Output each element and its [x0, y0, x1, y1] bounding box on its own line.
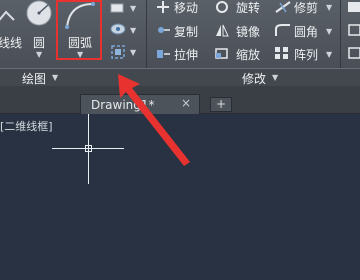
- annotation-arrow-icon: [118, 74, 190, 166]
- hatch-icon[interactable]: [110, 22, 126, 36]
- crosshair-pickbox: [85, 145, 92, 152]
- viewport-style-label[interactable]: [二维线框]: [0, 118, 53, 134]
- arc-highlight-box: [56, 0, 102, 60]
- rectangle-dropdown-icon[interactable]: ▼: [130, 4, 136, 13]
- circle-dropdown-icon[interactable]: ▼: [36, 50, 42, 59]
- mirror-icon[interactable]: [214, 23, 230, 37]
- region-dropdown-icon[interactable]: ▼: [130, 48, 136, 57]
- move-button-label[interactable]: 移动: [174, 0, 198, 16]
- rectangle-icon[interactable]: [110, 2, 124, 14]
- offset-icon[interactable]: [344, 46, 360, 60]
- explode-icon[interactable]: [344, 23, 360, 37]
- erase-icon[interactable]: [344, 0, 360, 14]
- circle-button-label[interactable]: 圆: [33, 34, 45, 51]
- trim-icon[interactable]: [274, 0, 292, 14]
- autocad-window: 线线 圆 ▼ 圆弧 ▼ ▼ ▼ ▼ 移动 旋转 修剪 ▼ 复制 镜像 圆角 ▼ …: [0, 0, 360, 280]
- polyline-button-label[interactable]: 线线: [0, 34, 22, 51]
- draw-panel-title[interactable]: 绘图: [22, 70, 46, 87]
- trim-button-label[interactable]: 修剪: [294, 0, 318, 16]
- trim-dropdown-icon[interactable]: ▼: [326, 3, 332, 12]
- fillet-dropdown-icon[interactable]: ▼: [326, 27, 332, 36]
- scale-icon[interactable]: [214, 46, 230, 60]
- modify-panel-expand-icon[interactable]: ▼: [272, 73, 278, 82]
- polyline-icon[interactable]: [0, 2, 18, 28]
- copy-icon[interactable]: [155, 23, 171, 37]
- add-tab-button[interactable]: +: [210, 97, 232, 112]
- circle-icon[interactable]: [24, 0, 54, 30]
- hatch-dropdown-icon[interactable]: ▼: [130, 26, 136, 35]
- array-dropdown-icon[interactable]: ▼: [326, 50, 332, 59]
- scale-button-label[interactable]: 缩放: [236, 46, 260, 63]
- region-icon[interactable]: [110, 44, 126, 60]
- modify-panel-title[interactable]: 修改: [242, 70, 266, 87]
- array-button-label[interactable]: 阵列: [294, 46, 318, 63]
- stretch-button-label[interactable]: 拉伸: [174, 46, 198, 63]
- copy-button-label[interactable]: 复制: [174, 23, 198, 40]
- mirror-button-label[interactable]: 镜像: [236, 23, 260, 40]
- array-icon[interactable]: [274, 46, 290, 60]
- draw-panel-expand-icon[interactable]: ▼: [52, 73, 58, 82]
- fillet-icon[interactable]: [274, 23, 292, 37]
- rotate-icon[interactable]: [214, 0, 230, 14]
- fillet-button-label[interactable]: 圆角: [294, 23, 318, 40]
- move-icon[interactable]: [155, 0, 171, 14]
- stretch-icon[interactable]: [155, 46, 171, 60]
- rotate-button-label[interactable]: 旋转: [236, 0, 260, 16]
